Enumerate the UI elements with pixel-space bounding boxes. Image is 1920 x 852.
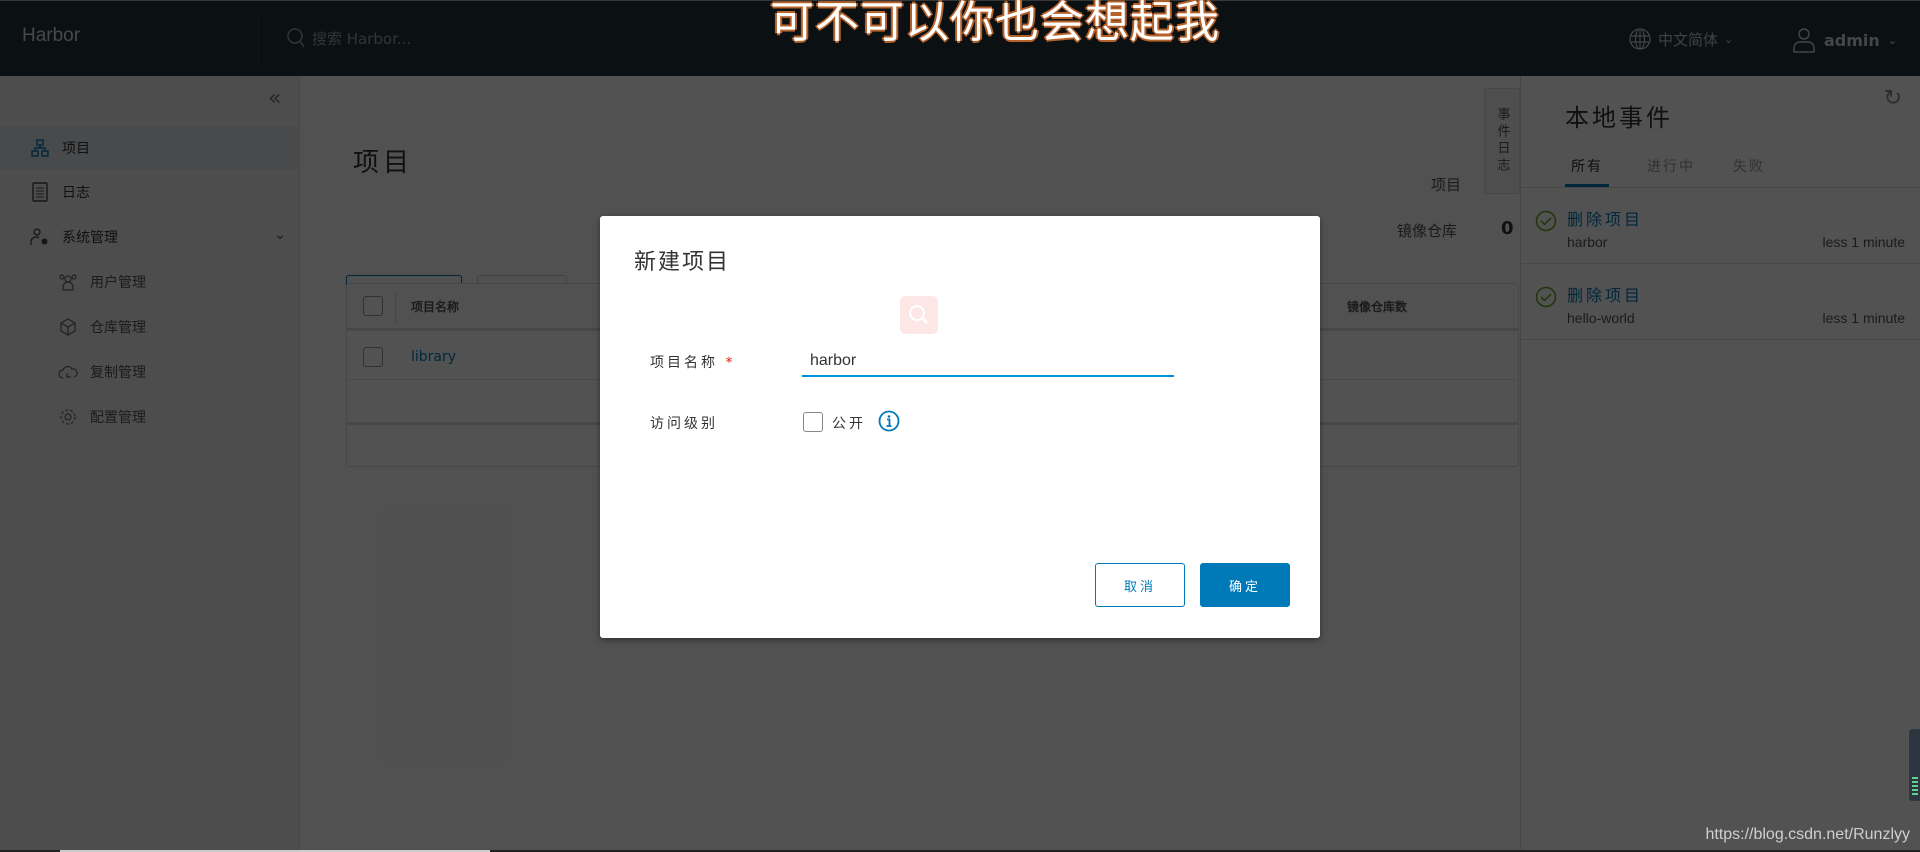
- public-checkbox[interactable]: [803, 412, 823, 432]
- dialog-title: 新建项目: [634, 250, 731, 275]
- access-level-label: 访问级别: [650, 416, 718, 432]
- project-name-label: 项目名称 *: [650, 352, 735, 372]
- new-project-dialog: 新建项目 项目名称 * 访问级别 公开 取消 确定: [600, 216, 1320, 638]
- volume-level: [1912, 777, 1918, 795]
- ok-button[interactable]: 确定: [1200, 563, 1290, 607]
- public-label[interactable]: 公开: [832, 413, 866, 433]
- info-icon[interactable]: [878, 410, 900, 432]
- search-badge-icon: [900, 296, 938, 334]
- watermark: https://blog.csdn.net/Runzlyy: [1705, 826, 1910, 843]
- video-subtitle: 可不可以你也会想起我: [770, 0, 1220, 48]
- video-subtitle-layer: 可不可以你也会想起我: [0, 0, 1920, 48]
- cancel-button[interactable]: 取消: [1095, 563, 1185, 607]
- volume-meter-widget[interactable]: [1908, 728, 1920, 802]
- project-name-input[interactable]: [802, 347, 1174, 377]
- project-name-label-text: 项目名称: [650, 355, 718, 371]
- required-mark: *: [725, 355, 736, 371]
